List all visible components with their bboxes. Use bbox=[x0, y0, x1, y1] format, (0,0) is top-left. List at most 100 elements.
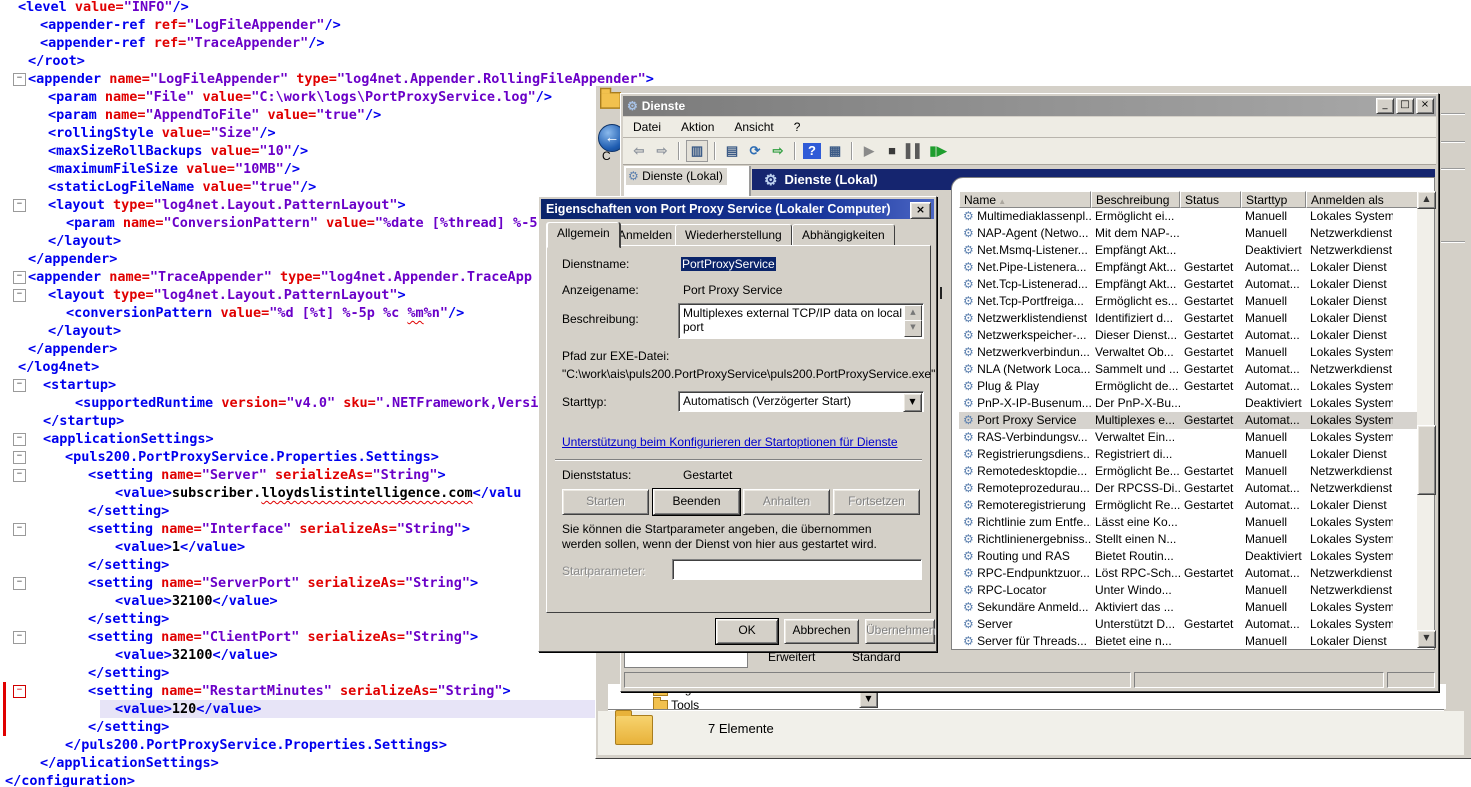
service-row[interactable]: ⚙ Multimediaklassenpl...Ermöglicht ei...… bbox=[959, 208, 1420, 225]
fold-toggle-icon[interactable]: − bbox=[13, 271, 26, 284]
dienstname-value[interactable]: PortProxyService bbox=[681, 257, 776, 271]
code-line[interactable]: <conversionPattern value="%d [%t] %-5p %… bbox=[66, 304, 464, 322]
code-line[interactable]: <setting name="ServerPort" serializeAs="… bbox=[88, 574, 478, 592]
close-button close-icon[interactable]: × bbox=[1416, 98, 1434, 114]
code-line[interactable]: <setting name="ClientPort" serializeAs="… bbox=[88, 628, 478, 646]
column-header-beschreibung[interactable]: Beschreibung bbox=[1091, 191, 1180, 208]
service-row[interactable]: ⚙ NetzwerklistendienstIdentifiziert d...… bbox=[959, 310, 1420, 327]
service-row[interactable]: ⚙ Sekundäre Anmeld...Aktiviert das ...Ma… bbox=[959, 599, 1420, 616]
dialog-title-bar[interactable]: Eigenschaften von Port Proxy Service (Lo… bbox=[541, 199, 934, 219]
ok-button[interactable]: OK bbox=[716, 619, 778, 644]
column-header-status[interactable]: Status bbox=[1180, 191, 1241, 208]
code-line[interactable]: </startup> bbox=[43, 412, 124, 430]
code-line[interactable]: </setting> bbox=[88, 556, 169, 574]
code-line[interactable]: <startup> bbox=[43, 376, 116, 394]
code-line[interactable]: <value>32100</value> bbox=[115, 646, 278, 664]
fold-toggle-icon[interactable]: − bbox=[13, 451, 26, 464]
fold-toggle-icon[interactable]: − bbox=[13, 577, 26, 590]
properties-icon[interactable]: ▤ bbox=[722, 141, 742, 161]
service-row[interactable]: ⚙ Net.Pipe-Listenera...Empfängt Akt...Ge… bbox=[959, 259, 1420, 276]
code-line[interactable]: <setting name="Server" serializeAs="Stri… bbox=[88, 466, 446, 484]
start-service-icon[interactable]: ▶ bbox=[859, 141, 879, 161]
uebernehmen-button[interactable]: Übernehmen bbox=[865, 619, 935, 644]
code-line[interactable]: <setting name="Interface" serializeAs="S… bbox=[88, 520, 470, 538]
service-row[interactable]: ⚙ ServerUnterstützt D...GestartetAutomat… bbox=[959, 616, 1420, 633]
service-row[interactable]: ⚙ Port Proxy ServiceMultiplexes e...Gest… bbox=[959, 412, 1420, 429]
service-row[interactable]: ⚙ RemoteregistrierungErmöglicht Re...Ges… bbox=[959, 497, 1420, 514]
service-row[interactable]: ⚙ Netzwerkverbindun...Verwaltet Ob...Ges… bbox=[959, 344, 1420, 361]
scroll-down-button chevron-down-icon[interactable]: ▼ bbox=[1417, 630, 1436, 648]
beenden-button[interactable]: Beenden bbox=[653, 489, 740, 515]
dropdown-button chevron-down-icon[interactable]: ▼ bbox=[859, 691, 878, 708]
service-row[interactable]: ⚙ RPC-LocatorUnter Windo...ManuellNetzwe… bbox=[959, 582, 1420, 599]
code-line[interactable]: </setting> bbox=[88, 718, 169, 736]
menu-help[interactable]: ? bbox=[784, 118, 811, 136]
code-line[interactable]: <rollingStyle value="Size"/> bbox=[48, 124, 276, 142]
combo-dropdown-button chevron-down-icon[interactable]: ▼ bbox=[903, 393, 922, 412]
abbrechen-button[interactable]: Abbrechen bbox=[784, 619, 859, 644]
service-row[interactable]: ⚙ Remotedesktopdie...Ermöglicht Be...Ges… bbox=[959, 463, 1420, 480]
fold-toggle-icon[interactable]: − bbox=[13, 685, 26, 698]
menu-datei[interactable]: Datei bbox=[623, 118, 671, 136]
code-line[interactable]: <value>1</value> bbox=[115, 538, 245, 556]
tab-erweitert[interactable]: Erweitert bbox=[752, 650, 831, 666]
code-line[interactable]: </root> bbox=[28, 52, 85, 70]
code-line[interactable]: <param name="AppendToFile" value="true"/… bbox=[48, 106, 381, 124]
code-line[interactable]: <appender name="TraceAppender" type="log… bbox=[28, 268, 532, 286]
fold-toggle-icon[interactable]: − bbox=[13, 289, 26, 302]
fold-toggle-icon[interactable]: − bbox=[13, 469, 26, 482]
stop-service-icon[interactable]: ■ bbox=[882, 141, 902, 161]
extended-view-icon[interactable]: ▦ bbox=[825, 141, 845, 161]
code-line[interactable]: </appender> bbox=[28, 250, 117, 268]
code-line[interactable]: <maximumFileSize value="10MB"/> bbox=[48, 160, 300, 178]
menu-ansicht[interactable]: Ansicht bbox=[724, 118, 783, 136]
code-line[interactable]: </puls200.PortProxyService.Properties.Se… bbox=[65, 736, 447, 754]
code-line[interactable]: </setting> bbox=[88, 502, 169, 520]
code-line[interactable]: <param name="ConversionPattern" value="%… bbox=[66, 214, 537, 232]
service-row[interactable]: ⚙ Net.Tcp-Listenerad...Empfängt Akt...Ge… bbox=[959, 276, 1420, 293]
service-row[interactable]: ⚙ NAP-Agent (Netwo...Mit dem NAP-...Manu… bbox=[959, 225, 1420, 242]
fold-toggle-icon[interactable]: − bbox=[13, 379, 26, 392]
code-line[interactable]: <value>32100</value> bbox=[115, 592, 278, 610]
tab-allgemein[interactable]: Allgemein bbox=[547, 222, 620, 248]
column-header-name[interactable]: Name ▲ bbox=[959, 191, 1091, 208]
code-line[interactable]: <setting name="RestartMinutes" serialize… bbox=[88, 682, 511, 700]
export-list-icon[interactable]: ⇨ bbox=[768, 141, 788, 161]
code-line[interactable]: <value>subscriber.lloydslistintelligence… bbox=[115, 484, 521, 502]
show-console-tree-icon[interactable]: ▥ bbox=[686, 140, 708, 162]
maximize-button[interactable]: □ bbox=[1396, 98, 1414, 114]
vertical-scrollbar[interactable]: ▲ ▼ bbox=[1417, 191, 1434, 648]
code-line[interactable]: <layout type="log4net.Layout.PatternLayo… bbox=[48, 286, 406, 304]
service-row[interactable]: ⚙ Richtlinienergebniss...Stellt einen N.… bbox=[959, 531, 1420, 548]
filter-box[interactable] bbox=[624, 650, 748, 668]
tab-standard[interactable]: Standard bbox=[836, 650, 917, 666]
column-header-starttyp[interactable]: Starttyp bbox=[1241, 191, 1306, 208]
menu-aktion[interactable]: Aktion bbox=[671, 118, 724, 136]
code-line[interactable]: <level value="INFO"/> bbox=[18, 0, 189, 16]
minimize-button[interactable]: _ bbox=[1376, 98, 1394, 114]
scroll-down-button chevron-down-icon[interactable]: ▼ bbox=[904, 320, 922, 337]
code-line[interactable]: </setting> bbox=[88, 664, 169, 682]
fold-toggle-icon[interactable]: − bbox=[13, 199, 26, 212]
starttyp-combobox[interactable]: Automatisch (Verzögerter Start) ▼ bbox=[678, 391, 924, 412]
code-line[interactable]: </layout> bbox=[48, 322, 121, 340]
dialog-close-button close-icon[interactable]: × bbox=[910, 202, 931, 219]
service-row[interactable]: ⚙ Netzwerkspeicher-...Dieser Dienst...Ge… bbox=[959, 327, 1420, 344]
service-row[interactable]: ⚙ Net.Msmq-Listener...Empfängt Akt...Dea… bbox=[959, 242, 1420, 259]
code-line[interactable]: <appender-ref ref="TraceAppender"/> bbox=[40, 34, 325, 52]
service-row[interactable]: ⚙ PnP-X-IP-Busenum...Der PnP-X-Bu...Deak… bbox=[959, 395, 1420, 412]
service-row[interactable]: ⚙ RPC-Endpunktzuor...Löst RPC-Sch...Gest… bbox=[959, 565, 1420, 582]
service-row[interactable]: ⚙ RAS-Verbindungsv...Verwaltet Ein...Man… bbox=[959, 429, 1420, 446]
code-line[interactable]: <layout type="log4net.Layout.PatternLayo… bbox=[48, 196, 406, 214]
fold-toggle-icon[interactable]: − bbox=[13, 631, 26, 644]
scroll-up-button chevron-up-icon[interactable]: ▲ bbox=[1417, 191, 1436, 209]
code-line[interactable]: <maxSizeRollBackups value="10"/> bbox=[48, 142, 308, 160]
service-row[interactable]: ⚙ Plug & PlayErmöglicht de...GestartetAu… bbox=[959, 378, 1420, 395]
back-icon[interactable]: ⇦ bbox=[629, 141, 649, 161]
service-row[interactable]: ⚙ NLA (Network Loca...Sammelt und ...Ges… bbox=[959, 361, 1420, 378]
code-line[interactable]: </configuration> bbox=[5, 772, 135, 787]
code-line[interactable]: <appender-ref ref="LogFileAppender"/> bbox=[40, 16, 341, 34]
starten-button[interactable]: Starten bbox=[562, 489, 649, 515]
service-row[interactable]: ⚙ Remoteprozedurau...Der RPCSS-Di...Gest… bbox=[959, 480, 1420, 497]
forward-icon[interactable]: ⇨ bbox=[652, 141, 672, 161]
